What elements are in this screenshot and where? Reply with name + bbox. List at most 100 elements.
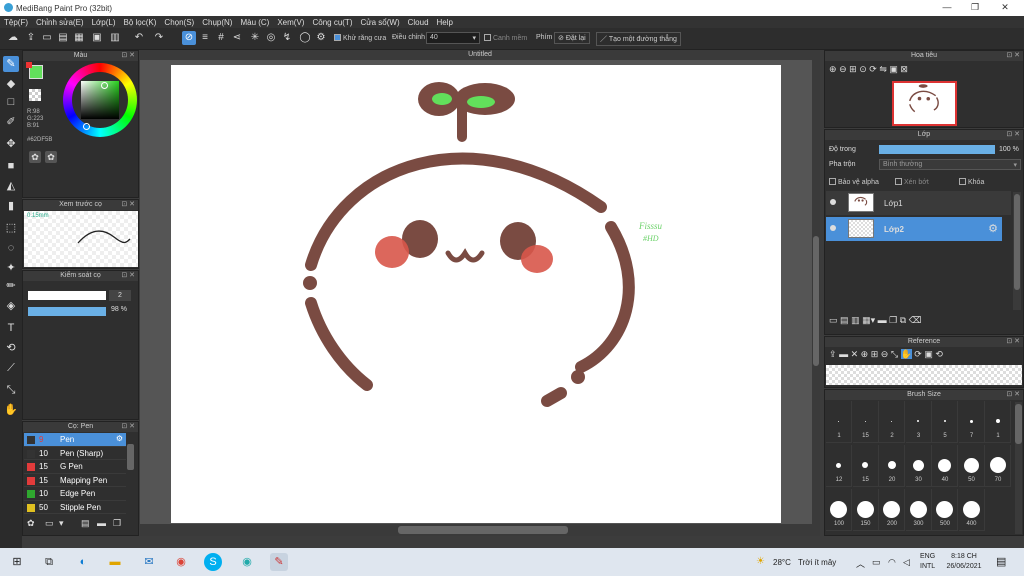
create-guide-button[interactable]: ／ Tạo một đường thẳng bbox=[596, 32, 681, 46]
layer-menu-icon[interactable]: ▦▾ bbox=[862, 315, 875, 325]
brush-size-cell[interactable]: 12 bbox=[826, 445, 852, 487]
brush-item-4[interactable]: 10 Edge Pen bbox=[24, 487, 126, 501]
redo-icon[interactable]: ↷ bbox=[152, 31, 166, 45]
brush-size-cell[interactable]: 150 bbox=[852, 489, 879, 531]
menu-cloud[interactable]: Cloud bbox=[404, 16, 433, 27]
rotate-icon[interactable]: ⟳ bbox=[914, 349, 922, 359]
drawing-canvas[interactable]: Fisssu #HD bbox=[171, 65, 781, 523]
cloud-icon[interactable]: ☁ bbox=[6, 31, 20, 45]
panel-close-icon[interactable]: ⊡ ✕ bbox=[1006, 130, 1020, 140]
canvas-tab[interactable]: Untitled bbox=[140, 50, 820, 60]
palette-icon[interactable]: ✿ bbox=[29, 151, 41, 163]
saturation-square[interactable] bbox=[81, 81, 119, 119]
lasso-tool-icon[interactable]: ◌ bbox=[3, 240, 19, 256]
brush-size-cell[interactable]: 40 bbox=[932, 445, 958, 487]
brush-size-cell[interactable]: 30 bbox=[905, 445, 932, 487]
edge-browser-icon[interactable]: ◐ bbox=[74, 553, 92, 571]
zoom-out-icon[interactable]: ⊖ bbox=[881, 349, 889, 359]
reference-upload-icon[interactable]: ⇪ bbox=[829, 349, 837, 359]
curve-snap-icon[interactable]: ↯ bbox=[280, 31, 294, 45]
weather-text[interactable]: Trời ít mây bbox=[798, 558, 836, 567]
brush-size-cell[interactable]: 15 bbox=[852, 445, 879, 487]
layer-row-1[interactable]: Lớp1 bbox=[826, 191, 1011, 215]
brush-list-scrollbar[interactable] bbox=[127, 444, 134, 470]
palette-add-icon[interactable]: ✿ bbox=[45, 151, 57, 163]
menu-window[interactable]: Cửa sổ(W) bbox=[356, 16, 403, 27]
panel-close-icon[interactable]: ⊡ ✕ bbox=[1006, 337, 1020, 347]
file-explorer-icon[interactable]: ▬ bbox=[106, 553, 124, 571]
duplicate-icon[interactable]: ❐ bbox=[113, 518, 121, 529]
vertical-scroll-thumb[interactable] bbox=[813, 236, 819, 366]
snap-soft-checkbox[interactable]: Canh mềm bbox=[484, 34, 527, 42]
maximize-button[interactable]: ❐ bbox=[968, 2, 982, 14]
skype-icon[interactable]: S bbox=[204, 553, 222, 571]
hand-icon[interactable]: ✋ bbox=[900, 349, 912, 359]
menu-snap[interactable]: Chụp(N) bbox=[198, 16, 236, 27]
chevron-up-icon[interactable]: ︿ bbox=[856, 557, 865, 570]
brush-item-0[interactable]: 9 Pen ⚙ bbox=[24, 433, 126, 447]
navigator-thumbnail[interactable] bbox=[892, 81, 957, 126]
fit-icon[interactable]: ⊞ bbox=[871, 349, 879, 359]
gear-icon[interactable]: ⚙ bbox=[116, 434, 123, 443]
layout-icon[interactable]: ▣ bbox=[90, 31, 104, 45]
visibility-icon[interactable] bbox=[830, 225, 836, 231]
panel-close-icon[interactable]: ⊡ ✕ bbox=[1006, 390, 1020, 400]
text-tool-icon[interactable]: T bbox=[3, 320, 19, 336]
brush-size-cell[interactable]: 2 bbox=[879, 401, 905, 443]
document-icon[interactable]: ▥ bbox=[108, 31, 122, 45]
antialias-checkbox[interactable]: Khử răng cưa bbox=[334, 34, 386, 42]
panel-icon[interactable]: ▦ bbox=[72, 31, 86, 45]
new-layer-icon[interactable]: ▭ bbox=[829, 315, 838, 325]
volume-icon[interactable]: ◁ bbox=[903, 557, 910, 568]
eyedropper-icon[interactable]: ⤡ bbox=[891, 349, 898, 359]
language-indicator[interactable]: ENG INTL bbox=[920, 552, 935, 572]
flip-icon[interactable]: ⇋ bbox=[879, 64, 887, 74]
menu-help[interactable]: Help bbox=[433, 16, 457, 27]
copy-brush-icon[interactable]: ▤ bbox=[81, 518, 90, 529]
merge-layer-icon[interactable]: ⧉ bbox=[900, 315, 906, 325]
menu-filter[interactable]: Bộ lọc(K) bbox=[120, 16, 161, 27]
gear-icon[interactable]: ⚙ bbox=[988, 222, 998, 235]
brush-item-1[interactable]: 10 Pen (Sharp) bbox=[24, 447, 126, 460]
brush-menu-icon[interactable]: ▾ bbox=[59, 518, 64, 529]
layer-folder-icon[interactable]: ▬ bbox=[878, 315, 887, 325]
brush-size-cell[interactable]: 300 bbox=[905, 489, 932, 531]
fit-icon[interactable]: ⊞ bbox=[849, 64, 857, 74]
undo-icon[interactable]: ↶ bbox=[132, 31, 146, 45]
eyedropper-icon[interactable]: ⤡ bbox=[3, 382, 19, 398]
task-view-icon[interactable]: ⧉ bbox=[40, 553, 58, 571]
menu-file[interactable]: Tệp(F) bbox=[0, 16, 32, 27]
hand-tool-icon[interactable]: ✋ bbox=[3, 402, 19, 418]
app-icon-green[interactable]: ◉ bbox=[238, 553, 256, 571]
dot-tool-icon[interactable]: □ bbox=[3, 94, 19, 110]
menu-layer[interactable]: Lớp(L) bbox=[88, 16, 120, 27]
wifi-icon[interactable]: ◠ bbox=[888, 557, 896, 568]
ellipse-snap-icon[interactable]: ◯ bbox=[298, 31, 312, 45]
clipping-checkbox[interactable]: Xén bớt bbox=[895, 178, 929, 186]
add-brush-icon[interactable]: ✿ bbox=[27, 518, 35, 529]
reference-folder-icon[interactable]: ▬ bbox=[839, 349, 848, 359]
brush-size-cell[interactable]: 15 bbox=[852, 401, 879, 443]
select-eraser-icon[interactable]: ◈ bbox=[3, 298, 19, 314]
bucket-tool-icon[interactable]: ◭ bbox=[3, 178, 19, 194]
lock-checkbox[interactable]: Khóa bbox=[959, 178, 984, 186]
brush-size-scrollbar[interactable] bbox=[1015, 402, 1022, 534]
radial-snap-icon[interactable]: ✳ bbox=[248, 31, 262, 45]
brush-width-value[interactable]: 2 bbox=[109, 290, 131, 301]
visibility-icon[interactable] bbox=[830, 199, 836, 205]
brush-size-cell[interactable]: 400 bbox=[958, 489, 985, 531]
blend-select[interactable]: Bình thường ▾ bbox=[879, 159, 1021, 170]
brush-width-slider[interactable] bbox=[28, 291, 106, 300]
layer-row-2[interactable]: Lớp2 ⚙ bbox=[826, 217, 1002, 241]
blur-tool-icon[interactable]: ✐ bbox=[3, 114, 19, 130]
actual-size-icon[interactable]: ▣ bbox=[924, 349, 933, 359]
color-picker-cursor[interactable] bbox=[101, 82, 108, 89]
reset-button[interactable]: ⊘ Đặt lại bbox=[554, 32, 590, 44]
brush-size-cell[interactable]: 1 bbox=[985, 401, 1011, 443]
brush-item-2[interactable]: 15 G Pen bbox=[24, 460, 126, 474]
new-8bit-layer-icon[interactable]: ▥ bbox=[851, 315, 860, 325]
panel-close-icon[interactable]: ⊡ ✕ bbox=[121, 200, 135, 210]
brush-opacity-slider[interactable] bbox=[28, 307, 106, 316]
magic-wand-icon[interactable]: ✦ bbox=[3, 260, 19, 276]
menu-select[interactable]: Chọn(S) bbox=[160, 16, 198, 27]
